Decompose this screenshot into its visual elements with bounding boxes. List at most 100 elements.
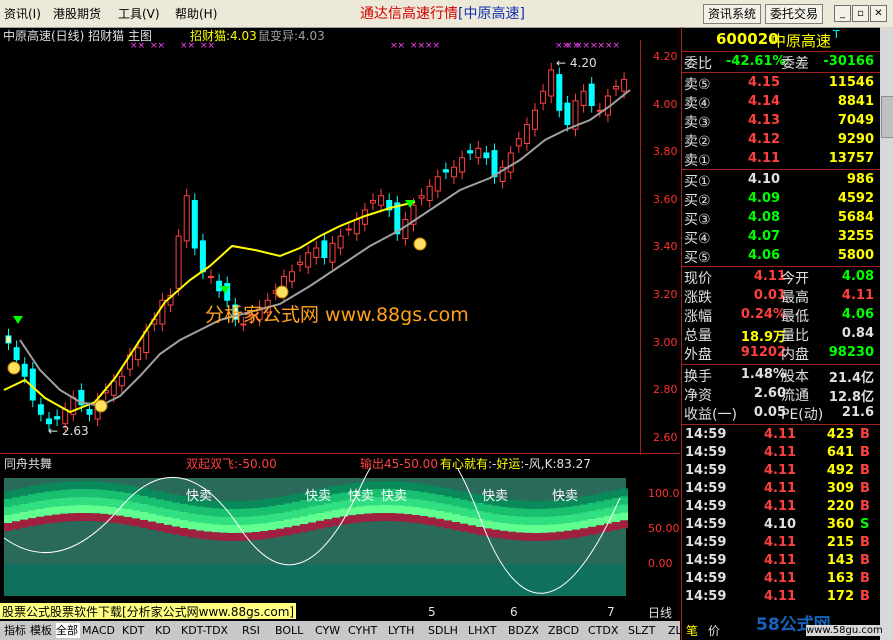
indicator-band-cell [84, 513, 92, 522]
indicator-band-cell [108, 490, 116, 499]
tick-volume: 215 [826, 535, 854, 550]
trade-entrust-button[interactable]: 委托交易 [765, 4, 824, 24]
tick-side: B [860, 571, 870, 586]
indicator-band-cell [164, 524, 172, 533]
news-system-button[interactable]: 资讯系统 [703, 4, 762, 24]
indicator-tab[interactable]: RSI [242, 623, 273, 638]
indicator-tab[interactable]: 全部 [56, 623, 80, 638]
indicator-band-cell [460, 507, 468, 516]
indicator-band-cell [596, 509, 604, 518]
close-icon[interactable]: ✕ [870, 5, 887, 22]
candlestick-chart[interactable]: ×× ×× ×× ×× ×× ×× ×× ×××××× ×× ×× [0, 40, 640, 452]
price-tick: 4.00 [653, 97, 678, 111]
indicator-band-cell [540, 500, 548, 509]
indicator-band-cell [540, 532, 548, 541]
indicator-tab[interactable]: SLZT [628, 623, 666, 638]
watermark-text: 分析家公式网 www.88gs.com [205, 304, 469, 326]
weicha-label: 委差 [781, 56, 809, 72]
indicator-tab[interactable]: 模板 [30, 623, 54, 638]
candle-body [370, 200, 376, 204]
tick-price: 4.10 [764, 517, 797, 532]
indicator-band-cell [572, 521, 580, 530]
indicator-band-cell [284, 511, 292, 520]
indicator-band-cell [420, 492, 428, 501]
indicator-band-cell [428, 509, 436, 518]
indicator-band-cell [172, 510, 180, 519]
candle-body [297, 261, 304, 266]
indicator-band-cell [20, 511, 28, 520]
side-tab-ticks[interactable]: 笔 [686, 622, 698, 639]
indicator-band-cell [12, 505, 20, 514]
indicator-band-cell [148, 497, 156, 506]
indicator-tab[interactable]: KDT [122, 623, 153, 638]
indicator-tab[interactable]: SDLH [428, 623, 466, 638]
indicator-band-cell [364, 513, 372, 522]
indicator-tab[interactable]: MACD [82, 623, 120, 638]
indicator-band-cell [508, 499, 516, 508]
candle-body [540, 90, 547, 104]
indicator-band-cell [444, 496, 452, 505]
indicator-tab[interactable]: KDT-TDX [181, 623, 240, 638]
bid-volume: 5800 [837, 248, 874, 263]
tick-price: 4.11 [764, 445, 797, 460]
indicator-band-cell [508, 523, 516, 532]
menu-tools[interactable]: 工具(V) [118, 5, 160, 22]
indicator-tab[interactable]: ZBCD [548, 623, 586, 638]
period-daily[interactable]: 日线 [648, 604, 672, 621]
status-link[interactable]: 股票公式股票软件下载[分析家公式网www.88gs.com] [0, 603, 297, 619]
indicator-tab[interactable]: CYW [315, 623, 346, 638]
indicator-band-cell [548, 516, 556, 525]
candle-body [475, 147, 482, 159]
indicator-band-cell [460, 499, 468, 508]
fund-value: 1.48% [740, 367, 786, 382]
indicator-tab[interactable]: CYHT [348, 623, 386, 638]
menu-info[interactable]: 资讯(I) [4, 5, 41, 22]
menu-help[interactable]: 帮助(H) [175, 5, 217, 22]
minimize-icon[interactable]: _ [834, 5, 851, 22]
indicator-band-cell [196, 530, 204, 539]
indicator-band-cell [188, 505, 196, 514]
indicator-band-cell [492, 505, 500, 514]
tick-side: B [860, 445, 870, 460]
indicator-band-cell [316, 512, 324, 521]
indicator-band-cell [4, 523, 12, 531]
indicator-band-cell [12, 497, 20, 506]
indicator-tab[interactable]: LYTH [388, 623, 426, 638]
candle-body [378, 195, 385, 206]
side-tab-price[interactable]: 价 [708, 622, 720, 639]
sell-label: 快卖 [305, 489, 332, 504]
indicator-band-cell [580, 528, 588, 537]
site-url: www.58gu.com [806, 625, 883, 636]
indicator-tab[interactable]: BOLL [275, 623, 313, 638]
indicator-tab[interactable]: BDZX [508, 623, 546, 638]
candle-body [588, 83, 595, 106]
indicator-band-cell [612, 489, 620, 498]
indicator-band-cell [28, 510, 36, 519]
indicator-tab[interactable]: KD [155, 623, 179, 638]
indicator-band-cell [556, 507, 564, 516]
menu-hk-futures[interactable]: 港股期货 [53, 5, 101, 22]
indicator-band-cell [4, 491, 12, 499]
indicator-band-cell [252, 507, 260, 516]
indicator-band-cell [532, 508, 540, 517]
indicator-band-cell [420, 500, 428, 509]
panel-divider [0, 453, 680, 454]
indicator-band-cell [436, 502, 444, 511]
stat-label: 最高 [781, 290, 809, 306]
restore-icon[interactable]: ▫ [852, 5, 869, 22]
fund-value: 21.4亿 [828, 371, 874, 386]
indicator-tab[interactable]: 指标 [4, 623, 28, 638]
indicator-band-cell [156, 491, 164, 500]
indicator-tab[interactable]: CTDX [588, 623, 626, 638]
indicator-band-cell [452, 514, 460, 523]
indicator-band-cell [100, 497, 108, 506]
indicator-band-cell [244, 508, 252, 517]
indicator-tab[interactable]: LHXT [468, 623, 506, 638]
indicator-band-cell [20, 503, 28, 512]
sub-tick-0: 0.00 [648, 557, 673, 570]
indicator-band-cell [548, 524, 556, 533]
scrollbar-thumb[interactable] [881, 96, 893, 138]
indicator-band-cell [252, 531, 260, 540]
indicator-band-cell [548, 508, 556, 517]
indicator-band-cell [260, 523, 268, 532]
